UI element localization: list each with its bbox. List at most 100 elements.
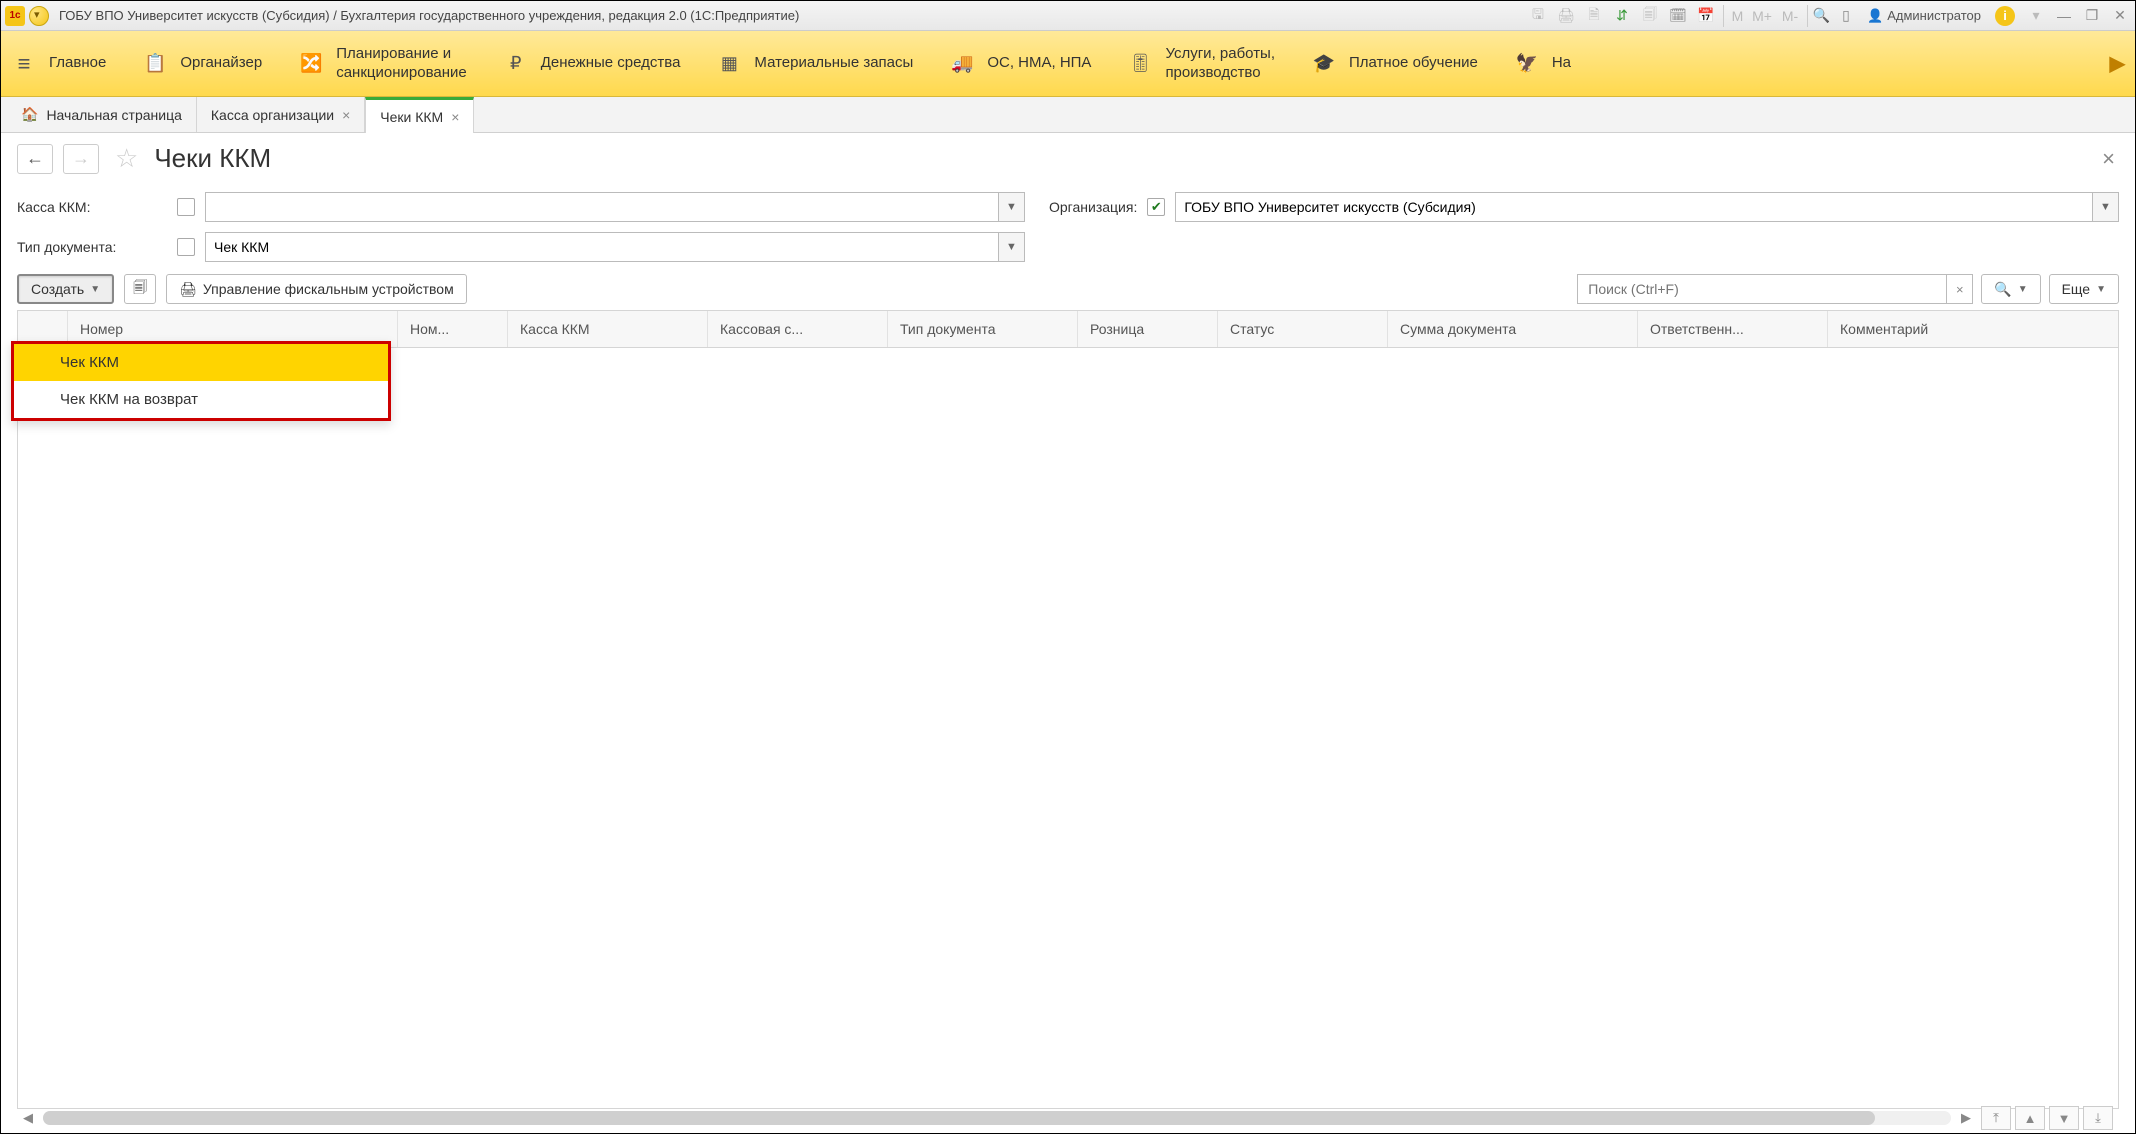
print-icon[interactable]: 🖨 [1555, 5, 1577, 27]
m-minus-icon[interactable]: M- [1779, 5, 1801, 27]
main-navbar: ≡ Главное 📋 Органайзер 🔀 Планирование и … [1, 31, 2135, 97]
calendar-icon[interactable]: 📅 [1695, 5, 1717, 27]
search-clear-icon[interactable]: × [1947, 274, 1973, 304]
create-button[interactable]: Создать ▼ [17, 274, 114, 304]
info-dropdown-icon[interactable]: ▾ [2025, 5, 2047, 27]
nav-money[interactable]: ₽ Денежные средства [503, 51, 681, 77]
m-icon[interactable]: M [1723, 5, 1745, 27]
nav-main[interactable]: ≡ Главное [11, 51, 106, 77]
more-button[interactable]: Еще ▼ [2049, 274, 2119, 304]
minimize-icon[interactable]: — [2053, 5, 2075, 27]
search-input[interactable] [1577, 274, 1947, 304]
tab-cheki-kkm[interactable]: Чеки ККМ × [365, 97, 474, 133]
th-doctype[interactable]: Тип документа [888, 311, 1078, 347]
boxes-icon: ▦ [716, 51, 742, 77]
nav-services[interactable]: 🎚 Услуги, работы, производство [1127, 45, 1275, 83]
sliders-icon: 🎚 [1127, 51, 1153, 77]
kassa-combo-input[interactable] [205, 192, 999, 222]
org-combo-dropdown-icon[interactable]: ▼ [2093, 192, 2119, 222]
list-bottom-button[interactable]: ⤓ [2083, 1106, 2113, 1130]
page-content: ← → ☆ Чеки ККМ × Касса ККМ: ▼ Организаци… [1, 133, 2135, 1133]
close-window-icon[interactable]: ✕ [2109, 5, 2131, 27]
advanced-search-button[interactable]: 🔍 ▼ [1981, 274, 2040, 304]
fiscal-button-label: Управление фискальным устройством [203, 281, 454, 297]
th-sum[interactable]: Сумма документа [1388, 311, 1638, 347]
create-dropdown-menu: Чек ККМ Чек ККМ на возврат [11, 341, 391, 421]
org-checkbox[interactable]: ✔ [1147, 198, 1165, 216]
close-page-icon[interactable]: × [2098, 146, 2119, 172]
tab-close-icon[interactable]: × [451, 109, 459, 125]
nav-label: Денежные средства [541, 54, 681, 73]
nav-label: ОС, НМА, НПА [987, 54, 1091, 73]
fiscal-device-button[interactable]: 🖨 Управление фискальным устройством [166, 274, 467, 304]
org-label: Организация: [1049, 199, 1137, 215]
copy-icon[interactable]: 🗐 [1639, 5, 1661, 27]
tab-label: Начальная страница [46, 107, 181, 123]
compare-icon[interactable]: ⇵ [1611, 5, 1633, 27]
current-user[interactable]: 👤 Администратор [1863, 8, 1985, 24]
window-titlebar: 1c ГОБУ ВПО Университет искусств (Субсид… [1, 1, 2135, 31]
nav-planning[interactable]: 🔀 Планирование и санкционирование [298, 45, 467, 83]
list-up-button[interactable]: ▲ [2015, 1106, 2045, 1130]
zoom-in-icon[interactable]: 🔍 [1807, 5, 1829, 27]
copy-doc-button[interactable]: 🗐 [124, 274, 156, 304]
clipboard-icon: 📋 [142, 51, 168, 77]
create-menu-item-return[interactable]: Чек ККМ на возврат [14, 381, 388, 418]
forward-button[interactable]: → [63, 144, 99, 174]
calculator-icon[interactable]: 🗓 [1667, 5, 1689, 27]
scroll-left-icon[interactable]: ◀ [23, 1110, 33, 1126]
tab-close-icon[interactable]: × [342, 107, 350, 123]
table-body[interactable] [18, 348, 2118, 1108]
preview-icon[interactable]: 🗎 [1583, 5, 1605, 27]
nav-materials[interactable]: ▦ Материальные запасы [716, 51, 913, 77]
horizontal-scrollbar[interactable] [43, 1111, 1951, 1125]
kassa-checkbox[interactable] [177, 198, 195, 216]
app-logo-1c: 1c [5, 6, 25, 26]
th-smena[interactable]: Кассовая с... [708, 311, 888, 347]
nav-tax[interactable]: 🦅 На [1514, 51, 1571, 77]
data-table: Номер Ном... Касса ККМ Кассовая с... Тип… [17, 310, 2119, 1109]
tab-label: Чеки ККМ [380, 109, 443, 125]
list-toolbar: Создать ▼ 🗐 🖨 Управление фискальным устр… [17, 274, 2119, 304]
nav-scroll-right-icon[interactable]: ▶ [2110, 51, 2125, 76]
maximize-icon[interactable]: ❐ [2081, 5, 2103, 27]
list-top-button[interactable]: ⤒ [1981, 1106, 2011, 1130]
th-status[interactable]: Статус [1218, 311, 1388, 347]
nav-label: Услуги, работы, производство [1165, 45, 1275, 83]
org-combo-input[interactable] [1175, 192, 2093, 222]
nav-paid-education[interactable]: 🎓 Платное обучение [1311, 51, 1478, 77]
th-responsible[interactable]: Ответственн... [1638, 311, 1828, 347]
favorite-star-icon[interactable]: ☆ [115, 143, 138, 174]
tab-kassa-org[interactable]: Касса организации × [197, 97, 365, 132]
doctype-combo-dropdown-icon[interactable]: ▼ [999, 232, 1025, 262]
info-icon[interactable]: i [1995, 6, 2015, 26]
tab-home[interactable]: 🏠 Начальная страница [7, 97, 197, 132]
planning-icon: 🔀 [298, 51, 324, 77]
th-retail[interactable]: Розница [1078, 311, 1218, 347]
create-menu-item-check[interactable]: Чек ККМ [14, 344, 388, 381]
more-button-label: Еще [2062, 281, 2091, 297]
doctype-combo-input[interactable] [205, 232, 999, 262]
page-header: ← → ☆ Чеки ККМ × [17, 143, 2119, 174]
m-plus-icon[interactable]: M+ [1751, 5, 1773, 27]
panel-icon[interactable]: ▯ [1835, 5, 1857, 27]
nav-label: Главное [49, 54, 106, 73]
doctype-checkbox[interactable] [177, 238, 195, 256]
filter-panel: Касса ККМ: ▼ Организация: ✔ ▼ Тип докуме… [17, 192, 2119, 262]
doctype-label: Тип документа: [17, 239, 167, 255]
list-down-button[interactable]: ▼ [2049, 1106, 2079, 1130]
th-comment[interactable]: Комментарий [1828, 311, 2118, 347]
nav-organizer[interactable]: 📋 Органайзер [142, 51, 262, 77]
save-icon[interactable]: 🖫 [1527, 5, 1549, 27]
back-button[interactable]: ← [17, 144, 53, 174]
th-kassa[interactable]: Касса ККМ [508, 311, 708, 347]
scroll-right-icon[interactable]: ▶ [1961, 1110, 1971, 1126]
window-title: ГОБУ ВПО Университет искусств (Субсидия)… [59, 8, 799, 23]
chevron-down-icon: ▼ [2096, 284, 2106, 295]
th-nom[interactable]: Ном... [398, 311, 508, 347]
nav-assets[interactable]: 🚚 ОС, НМА, НПА [949, 51, 1091, 77]
kassa-combo-dropdown-icon[interactable]: ▼ [999, 192, 1025, 222]
ruble-icon: ₽ [503, 51, 529, 77]
app-menu-dropdown[interactable] [29, 6, 49, 26]
scrollbar-thumb[interactable] [43, 1111, 1875, 1125]
